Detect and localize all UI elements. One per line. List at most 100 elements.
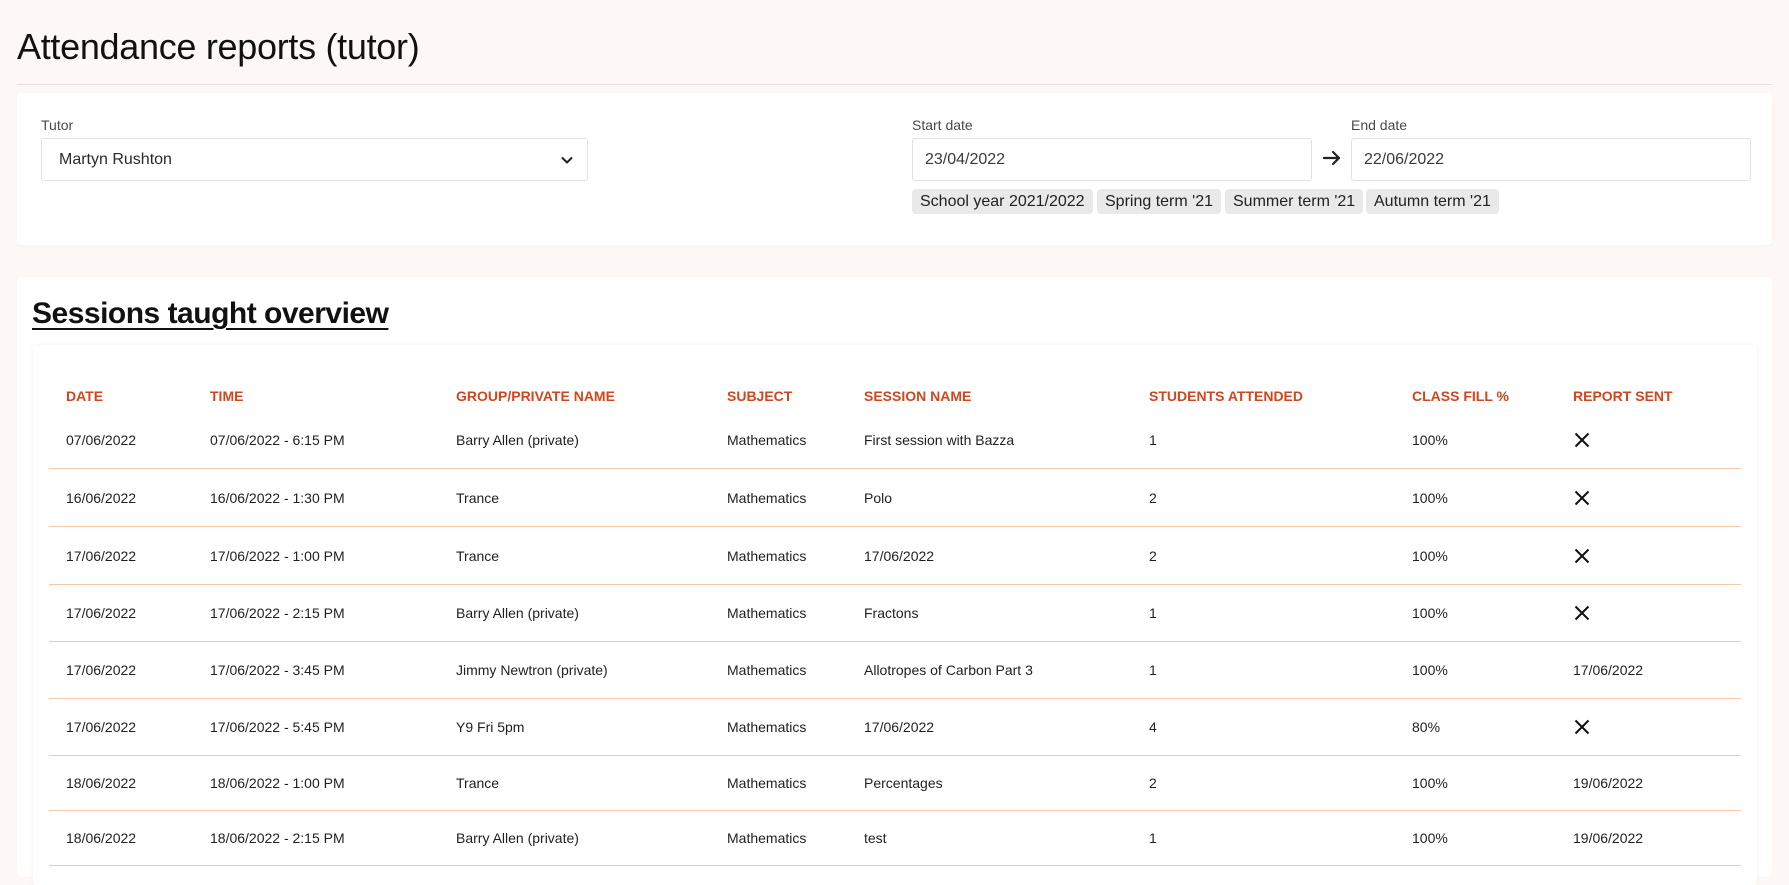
close-icon	[1574, 432, 1590, 447]
end-date-input[interactable]: 22/06/2022	[1351, 138, 1751, 181]
cell-time: 17/06/2022 - 5:45 PM	[210, 719, 345, 735]
cell-time: 07/06/2022 - 6:15 PM	[210, 431, 345, 448]
cell-group: Barry Allen (private)	[456, 605, 579, 621]
cell-group: Trance	[456, 775, 500, 791]
chevron-down-icon	[561, 157, 573, 164]
chip-autumn-term[interactable]: Autumn term '21	[1366, 189, 1499, 214]
cell-date: 17/06/2022	[66, 605, 137, 621]
col-header-report[interactable]: REPORT SENT	[1573, 388, 1673, 404]
cell-subject: Mathematics	[727, 775, 807, 791]
cell-session-name: Percentages	[864, 775, 943, 791]
col-header-time[interactable]: TIME	[210, 388, 243, 404]
cell-date: 17/06/2022	[66, 662, 137, 678]
cell-date: 16/06/2022	[66, 489, 137, 506]
end-date-label: End date	[1351, 117, 1408, 133]
cell-session-name: Allotropes of Carbon Part 3	[864, 662, 1033, 678]
cell-fill: 80%	[1412, 719, 1441, 735]
start-date-value: 23/04/2022	[925, 150, 1006, 168]
cell-report-sent	[1573, 411, 1591, 468]
table-row[interactable]: 17/06/2022 17/06/2022 - 3:45 PM Jimmy Newt…	[49, 642, 1741, 699]
cell-report-sent: 19/06/2022	[1573, 830, 1644, 846]
cell-group: Trance	[456, 489, 500, 506]
cell-fill: 100%	[1412, 605, 1448, 621]
col-header-students[interactable]: STUDENTS ATTENDED	[1149, 388, 1303, 404]
section-title: Sessions taught overview	[32, 297, 389, 330]
col-header-subject[interactable]: SUBJECT	[727, 388, 792, 404]
cell-students: 1	[1149, 662, 1157, 678]
sessions-table: DATE TIME GROUP/PRIVATE NAME SUBJECT SES…	[33, 345, 1757, 885]
tutor-select-value: Martyn Rushton	[59, 150, 172, 168]
cell-subject: Mathematics	[727, 489, 807, 506]
table-row[interactable]: 17/06/2022 17/06/2022 - 2:15 PM Barry Alle…	[49, 585, 1741, 642]
arrow-right-icon	[1322, 150, 1341, 166]
cell-subject: Mathematics	[727, 431, 807, 448]
cell-group: Barry Allen (private)	[456, 830, 579, 846]
start-date-label: Start date	[912, 117, 973, 133]
col-header-date[interactable]: DATE	[66, 388, 103, 404]
cell-group: Y9 Fri 5pm	[456, 719, 525, 735]
title-divider	[17, 84, 1772, 85]
cell-date: 17/06/2022	[66, 547, 137, 564]
cell-fill: 100%	[1412, 431, 1448, 448]
cell-fill: 100%	[1412, 775, 1448, 791]
tutor-select[interactable]: Martyn Rushton	[41, 138, 588, 181]
cell-report-sent	[1573, 699, 1591, 755]
cell-session-name: 17/06/2022	[864, 719, 935, 735]
cell-subject: Mathematics	[727, 547, 807, 564]
page-title: Attendance reports (tutor)	[17, 26, 420, 67]
cell-session-name: 17/06/2022	[864, 547, 935, 564]
cell-session-name: Fractons	[864, 605, 919, 621]
cell-group: Barry Allen (private)	[456, 431, 579, 448]
cell-students: 2	[1149, 775, 1157, 791]
cell-session-name: Polo	[864, 489, 893, 506]
col-header-group[interactable]: GROUP/PRIVATE NAME	[456, 388, 615, 404]
table-row[interactable]: 18/06/2022 18/06/2022 - 1:00 PM Trance Math…	[49, 756, 1741, 811]
table-row[interactable]: 18/06/2022 18/06/2022 - 2:15 PM Barry Alle…	[49, 811, 1741, 866]
close-icon	[1574, 719, 1590, 735]
cell-report-sent	[1573, 527, 1591, 584]
cell-date: 18/06/2022	[66, 775, 137, 791]
cell-subject: Mathematics	[727, 830, 807, 846]
cell-fill: 100%	[1412, 662, 1448, 678]
cell-time: 18/06/2022 - 2:15 PM	[210, 830, 345, 846]
cell-time: 17/06/2022 - 1:00 PM	[210, 547, 345, 564]
start-date-input[interactable]: 23/04/2022	[912, 138, 1312, 181]
cell-report-sent: 17/06/2022	[1573, 662, 1644, 678]
table-row[interactable]: 17/06/2022 17/06/2022 - 1:00 PM Trance Math…	[49, 527, 1741, 585]
cell-session-name: test	[864, 830, 887, 846]
cell-students: 1	[1149, 431, 1157, 448]
cell-report-sent: 19/06/2022	[1573, 775, 1644, 791]
cell-fill: 100%	[1412, 547, 1448, 564]
cell-fill: 100%	[1412, 489, 1448, 506]
chip-summer-term[interactable]: Summer term '21	[1225, 189, 1364, 214]
cell-students: 2	[1149, 489, 1157, 506]
tutor-label: Tutor	[41, 117, 74, 133]
table-row[interactable]: 07/06/2022 07/06/2022 - 6:15 PM Barry Alle…	[49, 411, 1741, 469]
cell-report-sent	[1573, 469, 1591, 526]
cell-date: 17/06/2022	[66, 719, 137, 735]
cell-subject: Mathematics	[727, 719, 807, 735]
cell-students: 4	[1149, 719, 1157, 735]
cell-students: 1	[1149, 830, 1157, 846]
cell-time: 18/06/2022 - 1:00 PM	[210, 775, 345, 791]
cell-date: 18/06/2022	[66, 830, 137, 846]
cell-report-sent	[1573, 585, 1591, 641]
filter-panel: Tutor Martyn Rushton Start date 23/04/20…	[17, 93, 1772, 245]
cell-time: 17/06/2022 - 2:15 PM	[210, 605, 345, 621]
cell-group: Trance	[456, 547, 500, 564]
table-row[interactable]: 17/06/2022 17/06/2022 - 5:45 PM Y9 Fri 5pm…	[49, 699, 1741, 756]
cell-group: Jimmy Newtron (private)	[456, 662, 608, 678]
cell-time: 17/06/2022 - 3:45 PM	[210, 662, 345, 678]
cell-date: 07/06/2022	[66, 431, 137, 448]
cell-time: 16/06/2022 - 1:30 PM	[210, 489, 345, 506]
table-row[interactable]: 16/06/2022 16/06/2022 - 1:30 PM Trance Math…	[49, 469, 1741, 527]
cell-students: 2	[1149, 547, 1157, 564]
col-header-session[interactable]: SESSION NAME	[864, 388, 971, 404]
chip-spring-term[interactable]: Spring term '21	[1097, 189, 1221, 214]
col-header-fill[interactable]: CLASS FILL %	[1412, 388, 1509, 404]
close-icon	[1574, 490, 1590, 505]
cell-fill: 100%	[1412, 830, 1448, 846]
chip-school-year[interactable]: School year 2021/2022	[912, 189, 1093, 214]
close-icon	[1574, 548, 1590, 563]
sessions-overview-panel: Sessions taught overview DATE TIME GROUP…	[17, 277, 1772, 885]
